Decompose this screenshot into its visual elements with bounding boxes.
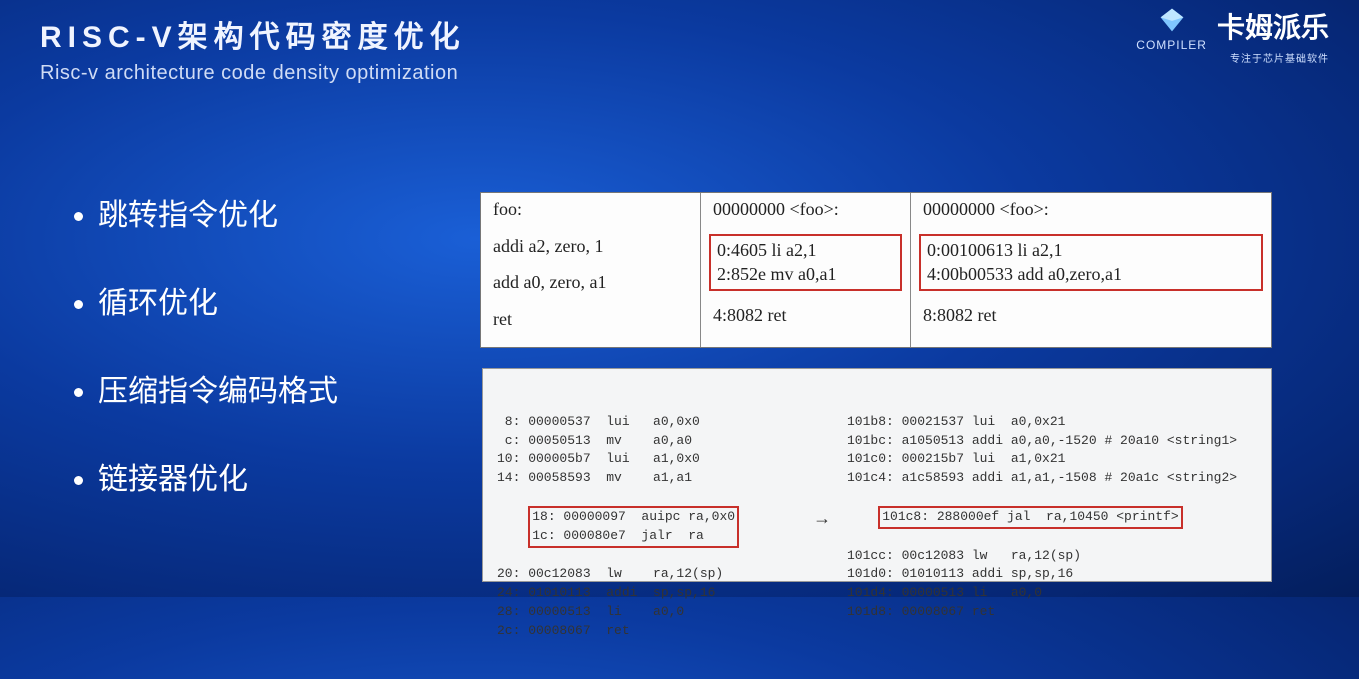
bullet-item: 压缩指令编码格式: [98, 366, 338, 410]
asm-block: 18: 00000097 auipc ra,0x0 1c: 000080e7 j…: [532, 509, 735, 543]
asm-block: 8: 00000537 lui a0,0x0 c: 00050513 mv a0…: [497, 413, 797, 488]
asm-line: ret: [493, 307, 688, 331]
linker-optimization-panel: 8: 00000537 lui a0,0x0 c: 00050513 mv a0…: [482, 368, 1272, 582]
asm-line: 2:852e mv a0,a1: [717, 262, 894, 286]
highlighted-block: 0:00100613 li a2,1 4:00b00533 add a0,zer…: [919, 234, 1263, 291]
diamond-icon: [1158, 21, 1186, 38]
highlighted-block: 18: 00000097 auipc ra,0x0 1c: 000080e7 j…: [528, 506, 739, 548]
asm-block: 101cc: 00c12083 lw ra,12(sp) 101d0: 0101…: [847, 547, 1261, 622]
bullet-item: 循环优化: [98, 278, 338, 322]
asm-block: 101b8: 00021537 lui a0,0x21 101bc: a1050…: [847, 413, 1261, 488]
asm-line: 0:00100613 li a2,1: [927, 238, 1255, 262]
source-column: foo: addi a2, zero, 1 add a0, zero, a1 r…: [481, 193, 701, 347]
asm-line: 4:00b00533 add a0,zero,a1: [927, 262, 1255, 286]
uncompressed-column: 00000000 <foo>: 0:00100613 li a2,1 4:00b…: [911, 193, 1271, 347]
asm-line: addi a2, zero, 1: [493, 234, 688, 258]
before-linker-column: 8: 00000537 lui a0,0x0 c: 00050513 mv a0…: [497, 375, 797, 575]
asm-block: 20: 00c12083 lw ra,12(sp) 24: 01010113 a…: [497, 565, 797, 640]
asm-line: 4:8082 ret: [713, 303, 898, 327]
logo-chinese-name: 卡姆派乐: [1217, 13, 1329, 44]
bullet-item: 跳转指令优化: [98, 190, 338, 234]
col-header: foo:: [493, 199, 688, 220]
highlighted-block: 0:4605 li a2,1 2:852e mv a0,a1: [709, 234, 902, 291]
col-header: 00000000 <foo>:: [923, 199, 1259, 220]
asm-line: add a0, zero, a1: [493, 270, 688, 294]
compiler-logo-block: COMPILER: [1136, 6, 1207, 52]
title-chinese: RISC-V架构代码密度优化: [40, 12, 466, 56]
brand-logo: COMPILER 卡姆派乐 专注于芯片基础软件: [1136, 6, 1329, 65]
arrow-icon: →: [807, 375, 837, 575]
after-linker-column: 101b8: 00021537 lui a0,0x21 101bc: a1050…: [847, 375, 1261, 575]
logo-subtitle: 专注于芯片基础软件: [1136, 54, 1329, 65]
logo-compiler-text: COMPILER: [1136, 39, 1207, 52]
asm-line: 8:8082 ret: [923, 303, 1259, 327]
asm-block: 101c8: 288000ef jal ra,10450 <printf>: [882, 509, 1178, 524]
bullet-item: 链接器优化: [98, 454, 338, 498]
title-english: Risc-v architecture code density optimiz…: [40, 62, 466, 85]
bullet-list: 跳转指令优化 循环优化 压缩指令编码格式 链接器优化: [70, 190, 338, 542]
compressed-column: 00000000 <foo>: 0:4605 li a2,1 2:852e mv…: [701, 193, 911, 347]
slide-header: RISC-V架构代码密度优化 Risc-v architecture code …: [40, 12, 466, 85]
code-comparison-panel: foo: addi a2, zero, 1 add a0, zero, a1 r…: [480, 192, 1272, 348]
highlighted-block: 101c8: 288000ef jal ra,10450 <printf>: [878, 506, 1182, 529]
asm-line: 0:4605 li a2,1: [717, 238, 894, 262]
col-header: 00000000 <foo>:: [713, 199, 898, 220]
